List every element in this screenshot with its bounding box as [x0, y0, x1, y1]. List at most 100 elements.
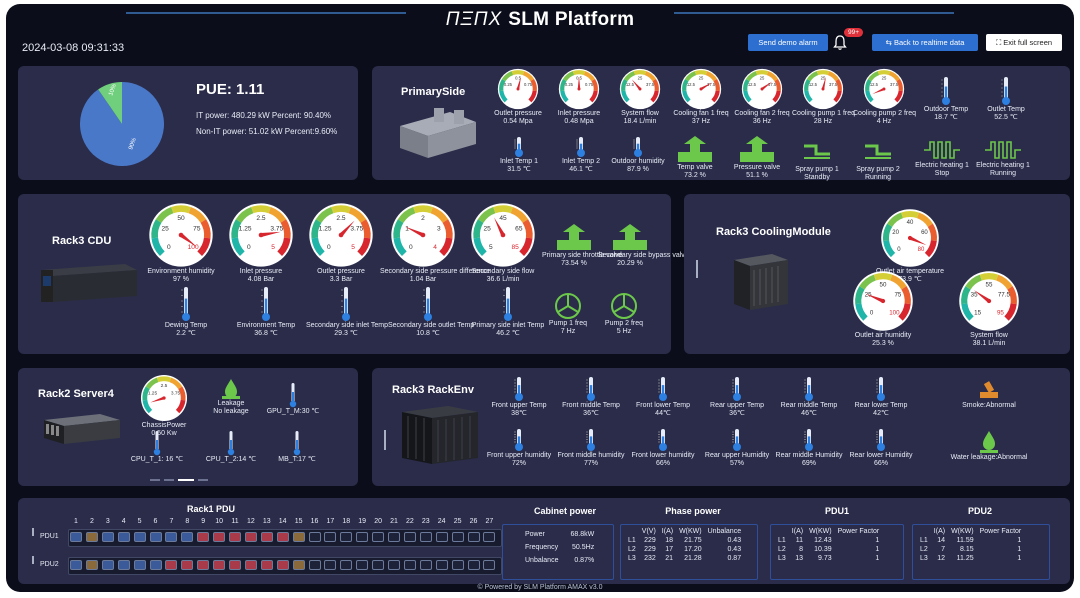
- thermometer-widget[interactable]: Rear lower Temp 42℃: [844, 376, 918, 418]
- gauge[interactable]: 1.25 2.5 3.75 ChassisPower 0.50 Kw: [130, 374, 198, 438]
- gauge[interactable]: 1.25 2.5 3.75 0 5 Outlet pressure 3.3 Bar: [298, 202, 384, 284]
- outlet-socket[interactable]: [340, 532, 353, 542]
- gauge[interactable]: 35 55 77.5 15 95 System flow 38.1 L/min: [948, 270, 1030, 348]
- gauge[interactable]: 25 50 75 0 100 Outlet air humidity 25.3 %: [842, 270, 924, 348]
- outlet-socket[interactable]: [356, 560, 369, 570]
- exit-fullscreen-button[interactable]: ⛶ Exit full screen: [986, 34, 1062, 51]
- outlet-socket[interactable]: [467, 560, 480, 570]
- page-dot-2[interactable]: [164, 479, 174, 481]
- port-number[interactable]: 4: [118, 518, 130, 525]
- heater-widget[interactable]: Electric heating 1 Stop: [907, 138, 977, 178]
- outlet-socket[interactable]: [292, 532, 305, 542]
- valve-widget[interactable]: Temp valve 73.2 %: [660, 136, 730, 180]
- gauge[interactable]: 1.25 2.5 3.75 0 5 Inlet pressure 4.08 Bar: [218, 202, 304, 284]
- outlet-socket[interactable]: [149, 560, 162, 570]
- thermometer-widget[interactable]: Front middle Temp 36℃: [554, 376, 628, 418]
- outlet-socket[interactable]: [435, 560, 448, 570]
- port-number[interactable]: 1: [70, 518, 82, 525]
- outlet-socket[interactable]: [229, 532, 241, 542]
- send-demo-alarm-button[interactable]: Send demo alarm: [748, 34, 828, 51]
- outlet-socket[interactable]: [133, 532, 146, 542]
- port-number[interactable]: 8: [181, 518, 193, 525]
- gauge[interactable]: 12.5 25 37.5 Cooling fan 1 freq 37 Hz: [670, 68, 732, 126]
- outlet-socket[interactable]: [372, 532, 385, 542]
- outlet-socket[interactable]: [181, 532, 194, 542]
- outlet-socket[interactable]: [165, 532, 178, 542]
- port-number[interactable]: 18: [340, 518, 352, 525]
- page-dot-4[interactable]: [198, 479, 208, 481]
- pump-widget[interactable]: Spray pump 1 Standby: [782, 138, 852, 182]
- outlet-socket[interactable]: [419, 560, 432, 570]
- port-number[interactable]: 12: [245, 518, 257, 525]
- outlet-socket[interactable]: [244, 560, 257, 570]
- outlet-socket[interactable]: [213, 532, 226, 542]
- gauge[interactable]: 12.5 25 37.5 Cooling pump 2 freq 4 Hz: [853, 68, 916, 126]
- outlet-socket[interactable]: [165, 560, 178, 570]
- thermometer-widget[interactable]: Front upper Temp 38℃: [482, 376, 556, 418]
- cpu2-temp[interactable]: CPU_T_2:14 ℃: [194, 430, 268, 464]
- thermometer-widget[interactable]: Dewing Temp 2.2 ℃: [146, 286, 226, 338]
- scroll-indicator[interactable]: [32, 556, 34, 564]
- outlet-socket[interactable]: [70, 560, 82, 570]
- outlet-socket[interactable]: [101, 532, 114, 542]
- gauge[interactable]: 0.250.50.75Inlet pressure0.48 Mpa: [548, 68, 610, 126]
- outlet-socket[interactable]: [117, 532, 130, 542]
- outlet-socket[interactable]: [403, 532, 416, 542]
- outlet-socket[interactable]: [483, 532, 496, 542]
- valve-widget[interactable]: Secondary side bypass valve 20.29 %: [598, 224, 689, 268]
- thermometer-widget[interactable]: Outdoor Temp 18.7 ℃: [916, 76, 976, 122]
- page-dot-1[interactable]: [150, 479, 160, 481]
- outlet-socket[interactable]: [85, 532, 98, 542]
- thermometer-widget[interactable]: Front lower Temp 44℃: [626, 376, 700, 418]
- outlet-socket[interactable]: [451, 560, 464, 570]
- port-number[interactable]: 14: [277, 518, 289, 525]
- outlet-socket[interactable]: [276, 560, 289, 570]
- pump-fan-widget[interactable]: Pump 1 freq 7 Hz: [536, 292, 600, 336]
- smoke-widget[interactable]: Smoke:Abnormal: [944, 378, 1034, 410]
- thermometer-widget[interactable]: Front middle humidity 77%: [554, 428, 628, 468]
- port-number[interactable]: 16: [309, 518, 321, 525]
- valve-widget[interactable]: Primary side throttle valve 73.54 %: [542, 224, 623, 268]
- outlet-socket[interactable]: [292, 560, 305, 570]
- outlet-socket[interactable]: [419, 532, 432, 542]
- port-number[interactable]: 22: [404, 518, 416, 525]
- pdu-row-label[interactable]: PDU2: [40, 561, 59, 568]
- outlet-socket[interactable]: [85, 560, 98, 570]
- port-number[interactable]: 19: [356, 518, 368, 525]
- port-number[interactable]: 13: [261, 518, 273, 525]
- thermometer-widget[interactable]: Secondary side outlet Temp 10.8 ℃: [388, 286, 474, 338]
- thermometer-widget[interactable]: Outlet Temp 52.5 ℃: [976, 76, 1036, 122]
- pump-fan-widget[interactable]: Pump 2 freq 5 Hz: [592, 292, 656, 336]
- gauge[interactable]: 25 45 65 5 85 Secondary side flow 36.6 L/min: [460, 202, 546, 284]
- outlet-socket[interactable]: [149, 532, 162, 542]
- gauge[interactable]: 12.5 25 37.5 System flow 18.4 L/min: [609, 68, 671, 126]
- port-number[interactable]: 27: [483, 518, 495, 525]
- outlet-socket[interactable]: [308, 560, 321, 570]
- outlet-socket[interactable]: [197, 532, 210, 542]
- outlet-socket[interactable]: [229, 560, 241, 570]
- outlet-socket[interactable]: [324, 560, 337, 570]
- port-number[interactable]: 20: [372, 518, 384, 525]
- back-to-realtime-button[interactable]: ⇆ Back to realtime data: [872, 34, 978, 51]
- pdu-row-label[interactable]: PDU1: [40, 533, 59, 540]
- port-number[interactable]: 17: [324, 518, 336, 525]
- port-number[interactable]: 26: [468, 518, 480, 525]
- scroll-indicator[interactable]: [32, 528, 34, 536]
- port-number[interactable]: 2: [86, 518, 98, 525]
- port-number[interactable]: 11: [229, 518, 241, 525]
- gauge[interactable]: 25 50 75 0 100 Environment humidity 97 %: [138, 202, 224, 284]
- port-number[interactable]: 10: [213, 518, 225, 525]
- outlet-socket[interactable]: [260, 532, 273, 542]
- thermometer-widget[interactable]: Front lower humidity 66%: [626, 428, 700, 468]
- outlet-socket[interactable]: [70, 532, 82, 542]
- port-number[interactable]: 6: [150, 518, 162, 525]
- mb-temp[interactable]: MB_T:17 ℃: [260, 430, 334, 464]
- port-number[interactable]: 21: [388, 518, 400, 525]
- gauge[interactable]: 12.5 25 37.5 Cooling fan 2 freq 36 Hz: [731, 68, 793, 126]
- outlet-socket[interactable]: [340, 560, 353, 570]
- gauge[interactable]: 0.25 0.5 0.75 Outlet pressure 0.54 Mpa: [487, 68, 549, 126]
- outlet-socket[interactable]: [403, 560, 416, 570]
- outlet-socket[interactable]: [244, 532, 257, 542]
- gpu-temp[interactable]: GPU_T_M:30 ℃: [256, 382, 330, 416]
- outlet-socket[interactable]: [197, 560, 210, 570]
